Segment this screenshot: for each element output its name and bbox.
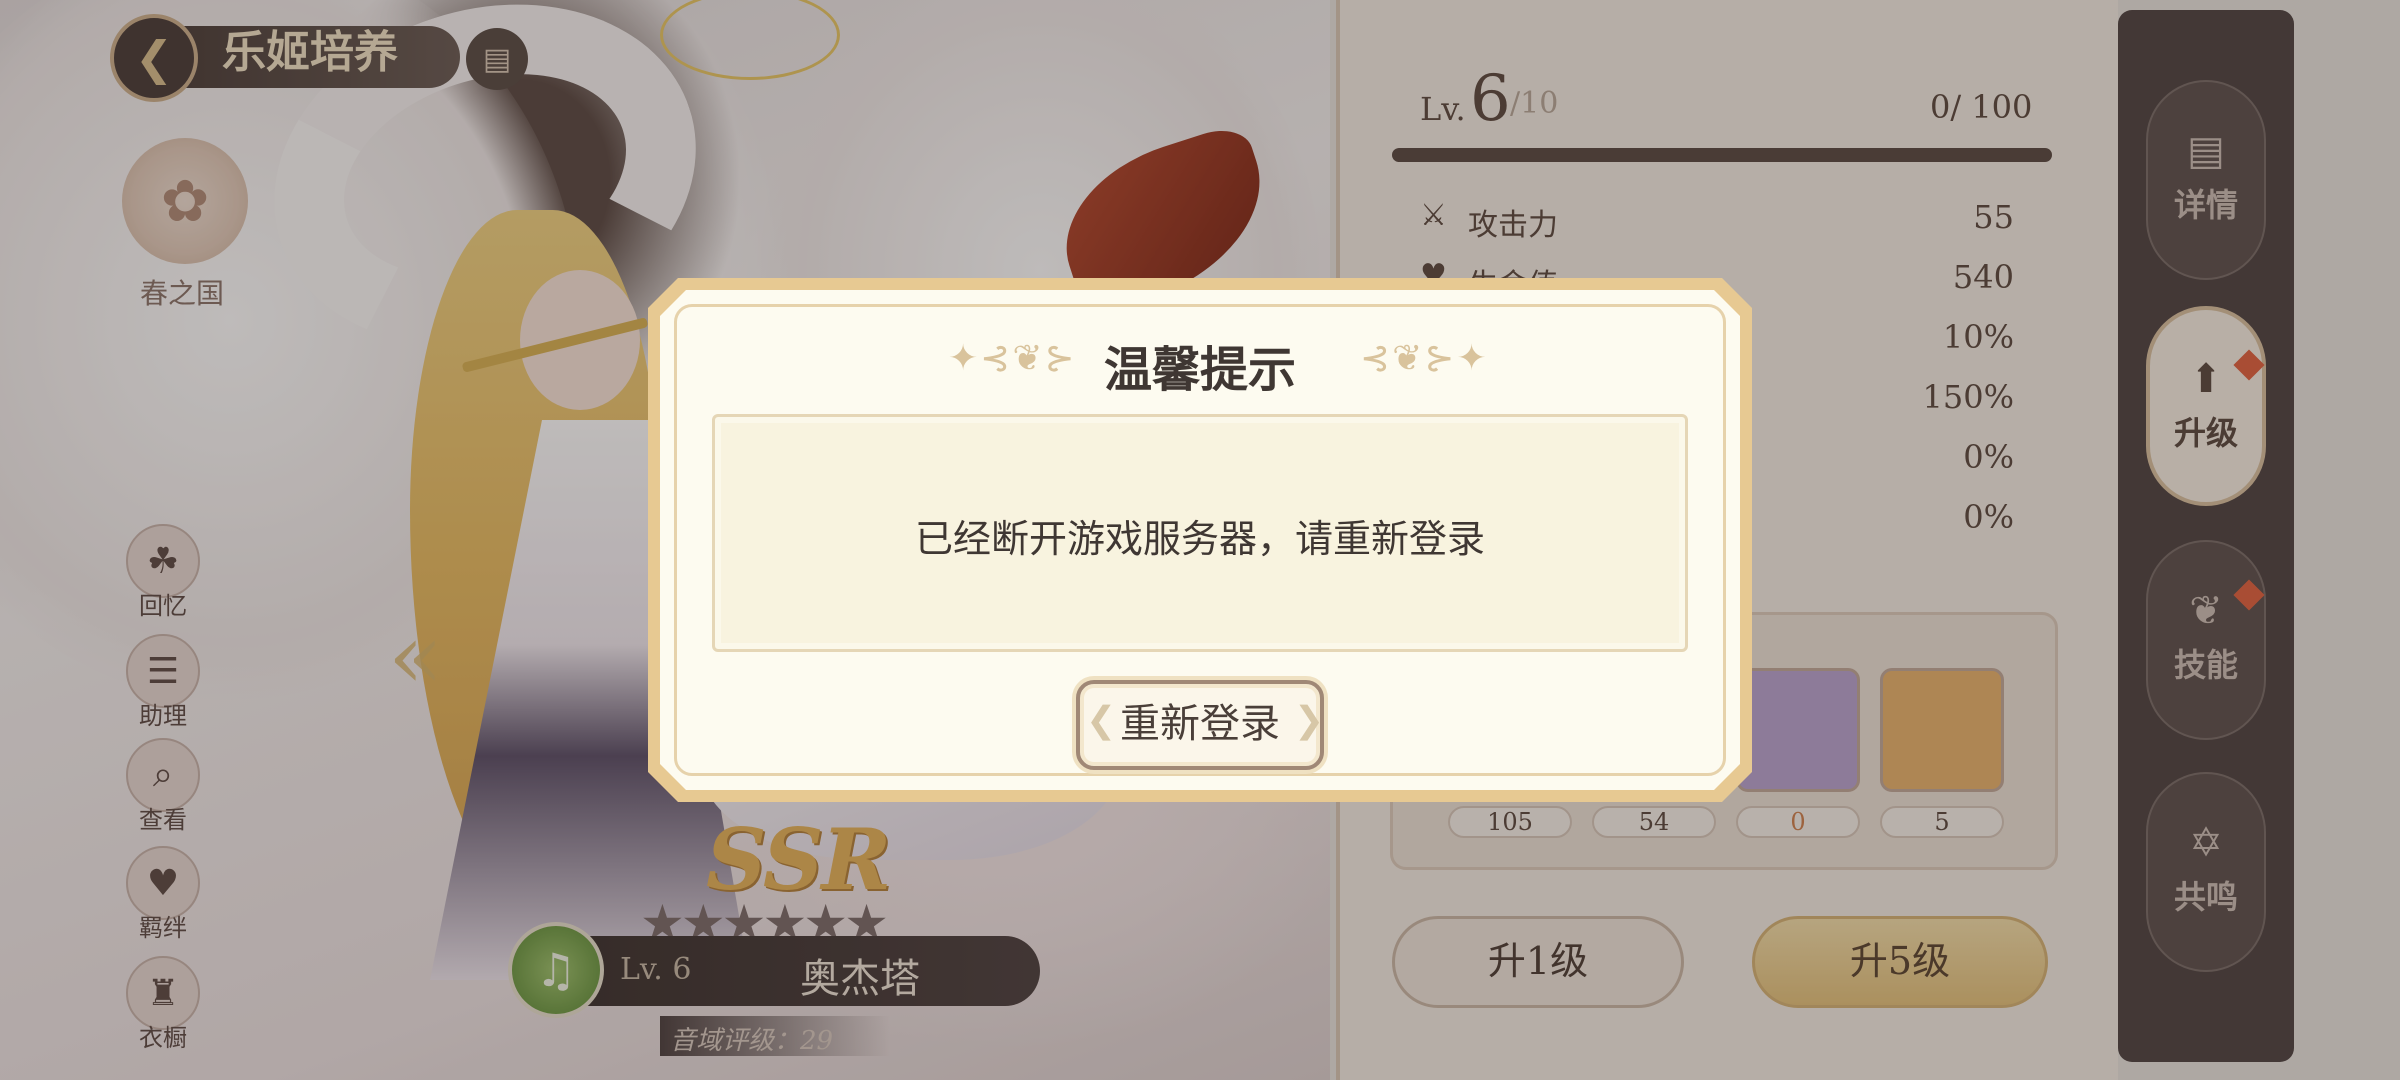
dialog-message: 已经断开游戏服务器，请重新登录 [914, 517, 1485, 561]
button-ornament-right-icon: ❯ [1294, 700, 1325, 741]
button-ornament-left-icon: ❮ [1086, 700, 1117, 741]
dialog-title: 温馨提示 [1103, 342, 1296, 398]
ornament-right-icon: ⊰❦⊱✦ [1360, 338, 1489, 379]
